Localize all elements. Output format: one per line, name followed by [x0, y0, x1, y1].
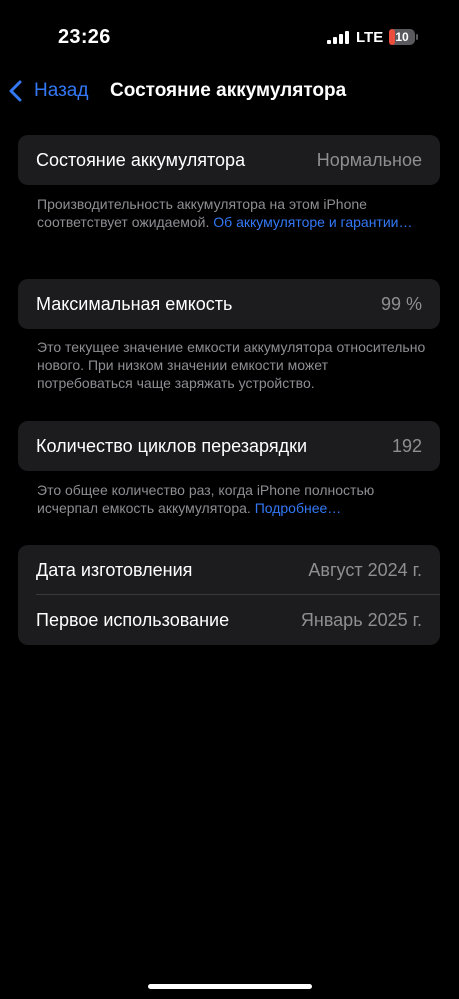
dates-group: Дата изготовления Август 2024 г. Первое …: [18, 545, 440, 645]
manufacture-date-value: Август 2024 г.: [308, 559, 422, 580]
page-title: Состояние аккумулятора: [110, 80, 347, 101]
manufacture-date-row: Дата изготовления Август 2024 г.: [18, 545, 440, 595]
cycles-value: 192: [391, 435, 422, 456]
navigation-bar: Назад Состояние аккумулятора: [0, 72, 459, 110]
capacity-value: 99 %: [380, 293, 422, 314]
cycles-label: Количество циклов перезарядки: [36, 435, 308, 456]
cellular-signal-icon: [327, 31, 349, 44]
health-footnote: Производительность аккумулятора на этом …: [37, 195, 427, 231]
health-row: Состояние аккумулятора Нормальное: [18, 135, 440, 185]
cycles-footnote: Это общее количество раз, когда iPhone п…: [37, 481, 427, 517]
health-label: Состояние аккумулятора: [36, 149, 246, 170]
back-button[interactable]: Назад: [8, 78, 88, 104]
network-type: LTE: [356, 29, 384, 46]
capacity-footnote: Это текущее значение емкости аккумулятор…: [37, 338, 427, 392]
manufacture-date-label: Дата изготовления: [36, 559, 193, 580]
capacity-group: Максимальная емкость 99 %: [18, 279, 440, 329]
first-use-label: Первое использование: [36, 609, 230, 630]
cycles-group: Количество циклов перезарядки 192: [18, 421, 440, 471]
capacity-footnote-text: Это текущее значение емкости аккумулятор…: [37, 339, 426, 391]
health-group: Состояние аккумулятора Нормальное: [18, 135, 440, 185]
battery-level: 10: [395, 30, 409, 44]
capacity-label: Максимальная емкость: [36, 293, 233, 314]
capacity-row: Максимальная емкость 99 %: [18, 279, 440, 329]
health-value: Нормальное: [316, 149, 422, 170]
status-bar: 23:26 LTE 10: [0, 0, 459, 70]
chevron-left-icon: [9, 80, 22, 102]
cycles-row: Количество циклов перезарядки 192: [18, 421, 440, 471]
first-use-value: Январь 2025 г.: [300, 609, 422, 630]
status-time: 23:26: [58, 26, 111, 48]
more-info-link[interactable]: Подробнее…: [255, 500, 342, 516]
back-button-label: Назад: [34, 80, 89, 101]
first-use-row: Первое использование Январь 2025 г.: [18, 595, 440, 645]
warranty-link[interactable]: Об аккумуляторе и гарантии…: [213, 214, 412, 230]
home-indicator[interactable]: [148, 984, 312, 989]
